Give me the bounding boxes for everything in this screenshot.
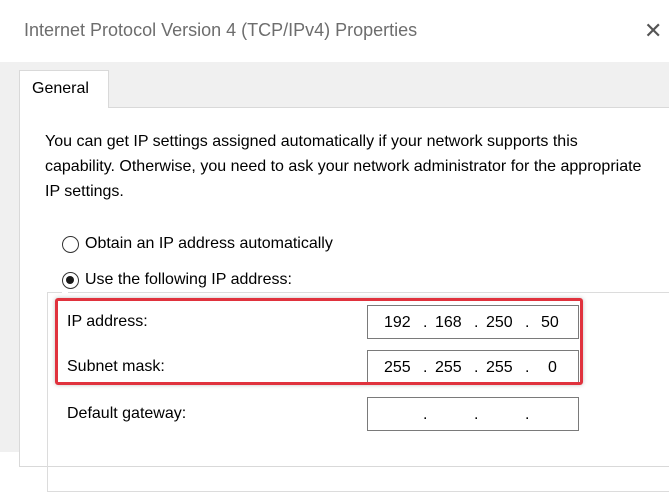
gw-dot-1: . — [423, 406, 428, 423]
radio-use-following[interactable]: Use the following IP address: — [62, 271, 292, 293]
radio-auto-icon[interactable] — [62, 236, 79, 253]
close-icon[interactable]: ✕ — [644, 16, 669, 46]
tab-general-label: General — [32, 80, 89, 97]
tab-general[interactable]: General — [19, 70, 109, 108]
radio-manual-label: Use the following IP address: — [85, 271, 292, 288]
default-gateway-label: Default gateway: — [67, 405, 187, 422]
gw-dot-2: . — [474, 406, 479, 423]
intro-text: You can get IP settings assigned automat… — [45, 133, 642, 200]
title-bar: Internet Protocol Version 4 (TCP/IPv4) P… — [0, 0, 669, 62]
default-gateway-input[interactable]: . . . — [367, 397, 579, 431]
window-title: Internet Protocol Version 4 (TCP/IPv4) P… — [24, 20, 418, 40]
radio-auto-label: Obtain an IP address automatically — [85, 235, 333, 252]
red-highlight-box — [55, 298, 583, 385]
radio-manual-icon[interactable] — [62, 272, 79, 289]
gw-dot-3: . — [525, 406, 530, 423]
